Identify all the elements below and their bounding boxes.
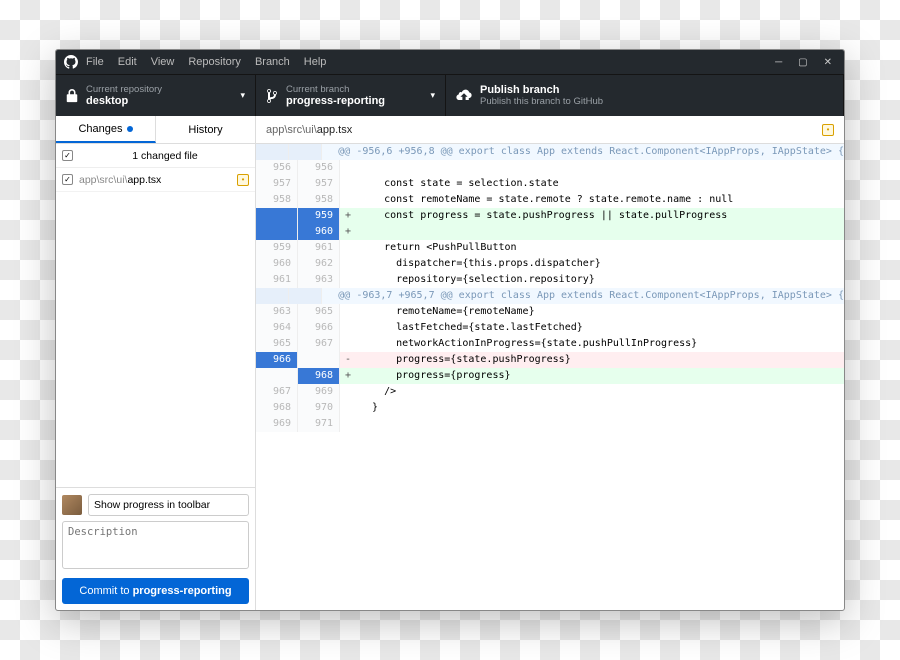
- diff-line[interactable]: 957957 const state = selection.state: [256, 176, 844, 192]
- file-path-bar: app\src\ui\app.tsx •: [256, 116, 844, 144]
- diff-line[interactable]: 960962 dispatcher={this.props.dispatcher…: [256, 256, 844, 272]
- modified-badge-icon: •: [822, 124, 834, 136]
- commit-box: Commit to progress-reporting: [56, 487, 255, 610]
- menu-view[interactable]: View: [151, 56, 175, 68]
- branch-selector[interactable]: Current branch progress-reporting ▾: [256, 75, 446, 116]
- chevron-down-icon: ▾: [430, 90, 435, 101]
- maximize-button[interactable]: ▢: [798, 57, 807, 68]
- cloud-upload-icon: [456, 89, 472, 103]
- diff-line[interactable]: 961963 repository={selection.repository}: [256, 272, 844, 288]
- tab-changes[interactable]: Changes: [56, 116, 156, 143]
- repo-selector-sublabel: Current repository: [86, 84, 162, 95]
- repo-selector[interactable]: Current repository desktop ▾: [56, 75, 256, 116]
- avatar: [62, 495, 82, 515]
- chevron-down-icon: ▾: [240, 90, 245, 101]
- menu-branch[interactable]: Branch: [255, 56, 290, 68]
- select-all-checkbox[interactable]: ✓: [62, 150, 73, 161]
- file-checkbox[interactable]: ✓: [62, 174, 73, 185]
- minimize-button[interactable]: ─: [775, 57, 782, 68]
- github-logo-icon: [64, 55, 78, 69]
- menu-file[interactable]: File: [86, 56, 104, 68]
- commit-summary-input[interactable]: [88, 494, 249, 516]
- menubar: File Edit View Repository Branch Help: [86, 56, 326, 68]
- sidebar: Changes History ✓ 1 changed file ✓ app\s…: [56, 116, 256, 610]
- close-button[interactable]: ✕: [824, 57, 832, 68]
- diff-line[interactable]: @@ -963,7 +965,7 @@ export class App ext…: [256, 288, 844, 304]
- app-window: File Edit View Repository Branch Help ─ ▢ ✕ C…: [55, 49, 845, 611]
- diff-line[interactable]: 966- progress={state.pushProgress}: [256, 352, 844, 368]
- commit-button[interactable]: Commit to progress-reporting: [62, 578, 249, 604]
- diff-line[interactable]: 956956: [256, 160, 844, 176]
- publish-sublabel: Publish this branch to GitHub: [480, 96, 603, 107]
- diff-line[interactable]: 969971: [256, 416, 844, 432]
- diff-line[interactable]: 963965 remoteName={remoteName}: [256, 304, 844, 320]
- diff-line[interactable]: 967969 />: [256, 384, 844, 400]
- branch-selector-name: progress-reporting: [286, 95, 385, 107]
- diff-line[interactable]: 968+ progress={progress}: [256, 368, 844, 384]
- changed-file-row[interactable]: ✓ app\src\ui\app.tsx •: [56, 168, 255, 192]
- changed-files-count: 1 changed file: [81, 150, 249, 162]
- lock-icon: [66, 89, 78, 103]
- diff-line[interactable]: 968970 }: [256, 400, 844, 416]
- diff-line[interactable]: 965967 networkActionInProgress={state.pu…: [256, 336, 844, 352]
- tab-history[interactable]: History: [156, 116, 255, 143]
- menu-repository[interactable]: Repository: [188, 56, 241, 68]
- changes-indicator-icon: [127, 126, 133, 132]
- branch-selector-sublabel: Current branch: [286, 84, 385, 95]
- file-path: app\src\ui\app.tsx: [79, 174, 161, 186]
- diff-line[interactable]: 964966 lastFetched={state.lastFetched}: [256, 320, 844, 336]
- titlebar: File Edit View Repository Branch Help ─ ▢ ✕: [56, 50, 844, 74]
- diff-line[interactable]: 958958 const remoteName = state.remote ?…: [256, 192, 844, 208]
- repo-selector-name: desktop: [86, 95, 162, 107]
- menu-edit[interactable]: Edit: [118, 56, 137, 68]
- diff-line[interactable]: 959+ const progress = state.pushProgress…: [256, 208, 844, 224]
- toolbar: Current repository desktop ▾ Current bra…: [56, 74, 844, 116]
- diff-view[interactable]: @@ -956,6 +956,8 @@ export class App ext…: [256, 144, 844, 610]
- commit-description-input[interactable]: [62, 521, 249, 569]
- diff-panel: app\src\ui\app.tsx • @@ -956,6 +956,8 @@…: [256, 116, 844, 610]
- diff-line[interactable]: @@ -956,6 +956,8 @@ export class App ext…: [256, 144, 844, 160]
- publish-label: Publish branch: [480, 84, 603, 96]
- modified-badge-icon: •: [237, 174, 249, 186]
- menu-help[interactable]: Help: [304, 56, 327, 68]
- publish-button[interactable]: Publish branch Publish this branch to Gi…: [446, 75, 844, 116]
- diff-line[interactable]: 960+: [256, 224, 844, 240]
- changes-header: ✓ 1 changed file: [56, 144, 255, 168]
- branch-icon: [266, 88, 278, 104]
- diff-line[interactable]: 959961 return <PushPullButton: [256, 240, 844, 256]
